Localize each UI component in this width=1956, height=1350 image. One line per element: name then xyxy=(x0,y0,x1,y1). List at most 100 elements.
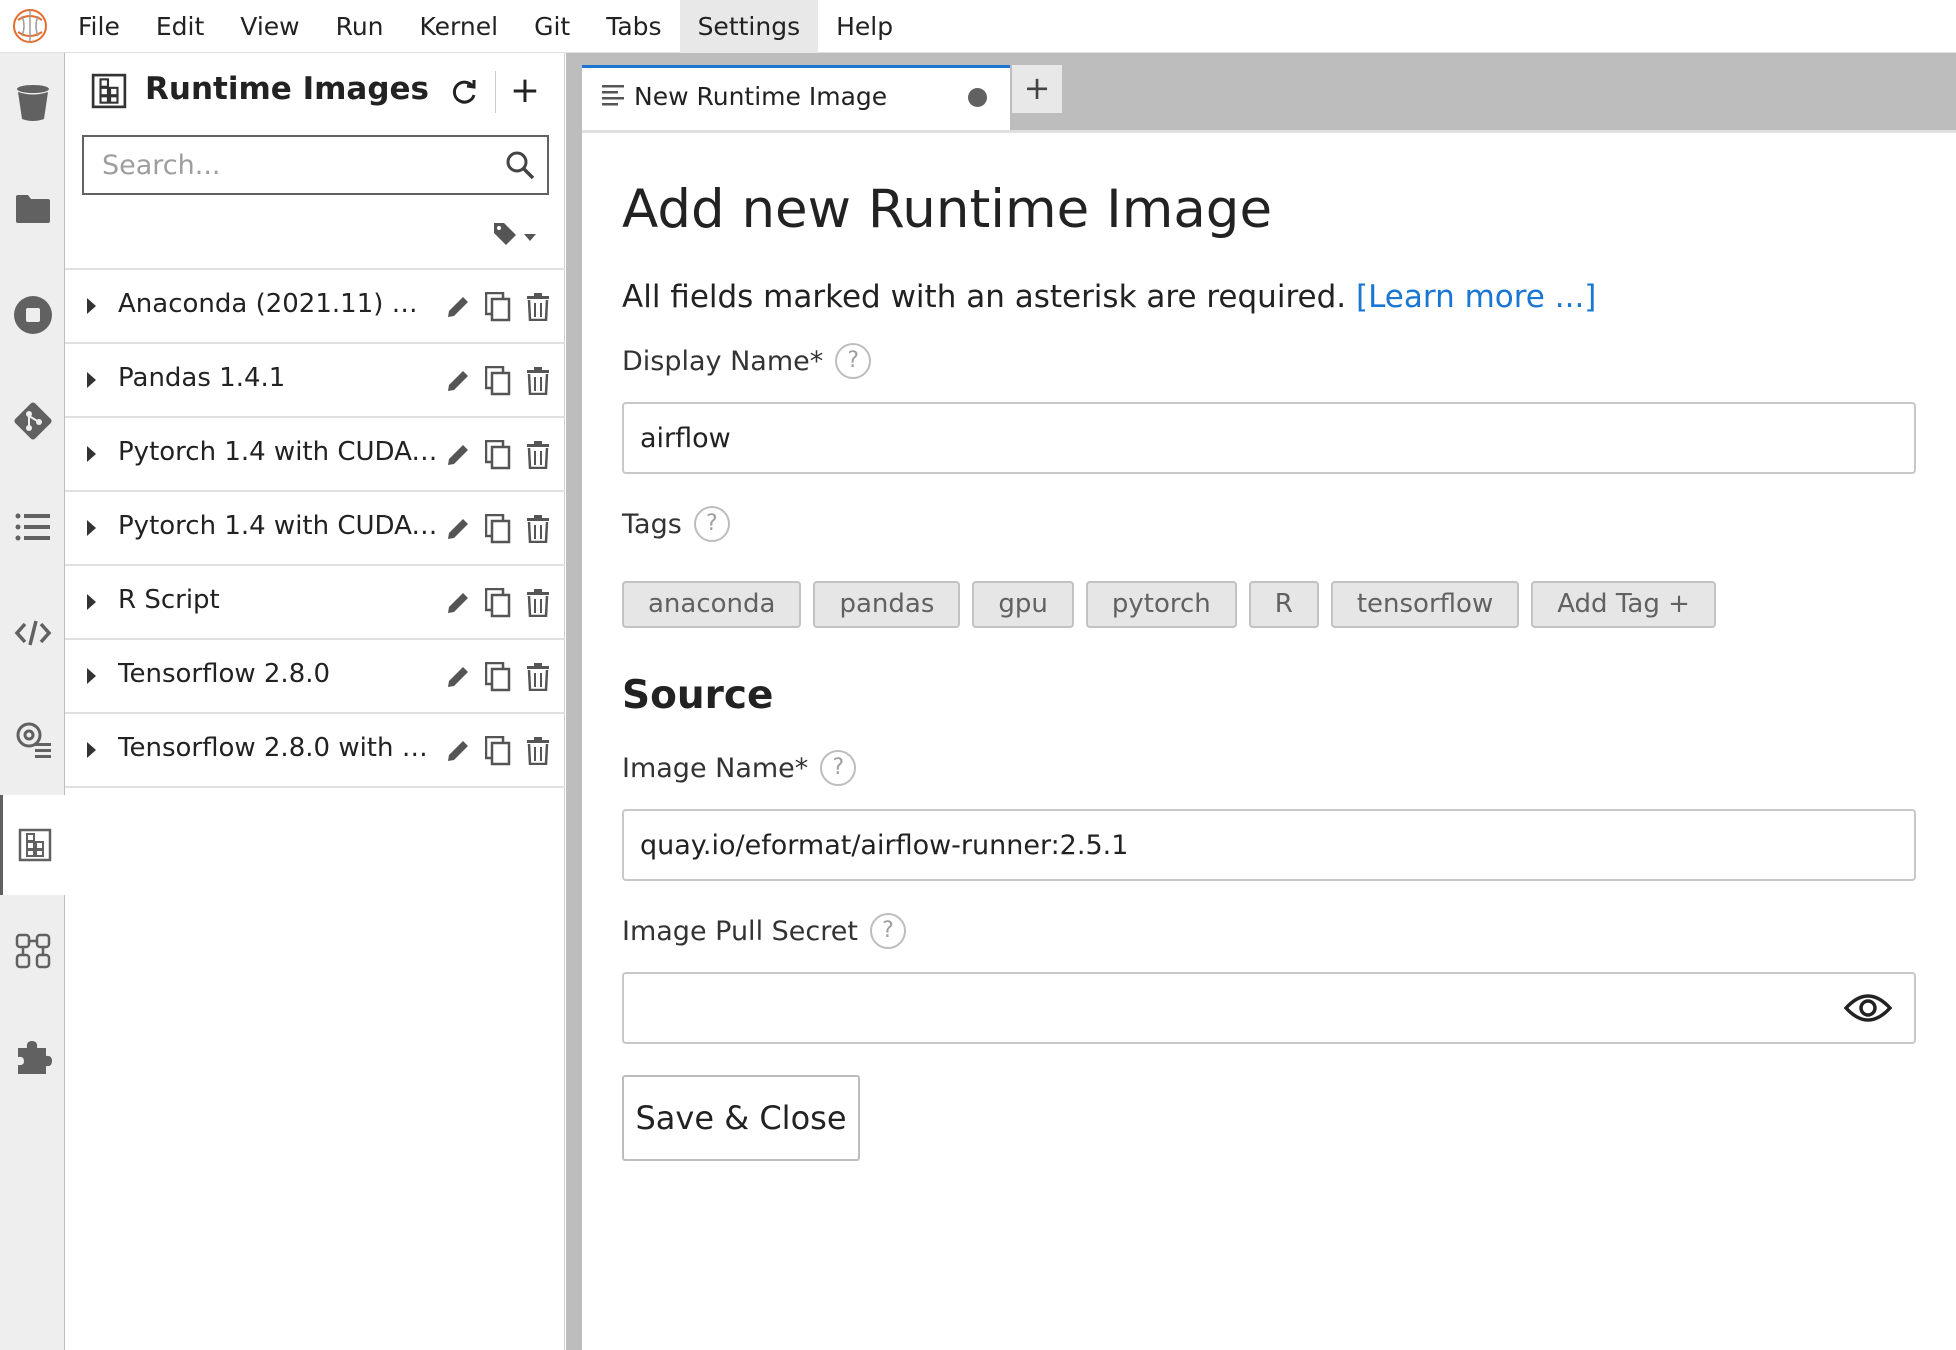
tags-label: Tags ? xyxy=(622,506,730,542)
delete-icon[interactable] xyxy=(523,512,553,546)
tag-chip[interactable]: gpu xyxy=(972,581,1074,628)
panel-title: Runtime Images xyxy=(145,71,429,107)
list-item-label: Tensorflow 2.8.0 with GPU xyxy=(118,733,438,763)
page-title: Add new Runtime Image xyxy=(622,179,1273,240)
menu-help[interactable]: Help xyxy=(818,0,911,53)
tag-chip[interactable]: anaconda xyxy=(622,581,802,628)
show-password-eye-icon[interactable] xyxy=(1843,990,1893,1030)
image-name-input[interactable] xyxy=(624,811,1824,879)
edit-icon[interactable] xyxy=(443,660,473,694)
caret-right-icon[interactable] xyxy=(87,668,96,684)
duplicate-icon[interactable] xyxy=(483,512,513,546)
list-item-label: Pandas 1.4.1 xyxy=(118,363,286,393)
required-note: All fields marked with an asterisk are r… xyxy=(622,279,1347,315)
runtime-image-editor: Add new Runtime Image All fields marked … xyxy=(582,133,1956,1350)
git-icon[interactable] xyxy=(0,371,65,471)
search-icon[interactable] xyxy=(505,150,535,184)
menu-settings[interactable]: Settings xyxy=(679,0,819,53)
component-catalog-icon[interactable] xyxy=(0,901,65,1001)
runtime-images-title-icon xyxy=(91,73,127,113)
learn-more-link[interactable]: [Learn more ...] xyxy=(1356,279,1596,315)
delete-icon[interactable] xyxy=(523,734,553,768)
tag-chip[interactable]: tensorflow xyxy=(1330,581,1520,628)
delete-icon[interactable] xyxy=(523,660,553,694)
add-tab-button[interactable]: + xyxy=(1012,65,1062,113)
menu-kernel[interactable]: Kernel xyxy=(402,0,517,53)
refresh-icon[interactable] xyxy=(448,75,482,109)
duplicate-icon[interactable] xyxy=(483,290,513,324)
delete-icon[interactable] xyxy=(523,438,553,472)
menu-file[interactable]: File xyxy=(60,0,138,53)
duplicate-icon[interactable] xyxy=(483,364,513,398)
caret-right-icon[interactable] xyxy=(87,520,96,536)
display-name-input[interactable] xyxy=(624,404,1824,472)
tag-chip[interactable]: pandas xyxy=(813,581,961,628)
settings-list-icon[interactable] xyxy=(0,689,65,789)
tag-icon xyxy=(492,221,518,251)
list-icon[interactable] xyxy=(0,477,65,577)
caret-right-icon[interactable] xyxy=(87,742,96,758)
menu-view[interactable]: View xyxy=(222,0,317,53)
runtime-images-panel: Runtime Images + Anaconda (2021.11) with… xyxy=(65,53,565,1350)
list-item[interactable]: Tensorflow 2.8.0 xyxy=(65,640,565,714)
pull-secret-input[interactable] xyxy=(624,974,1824,1042)
menu-git[interactable]: Git xyxy=(516,0,588,53)
tab-new-runtime-image[interactable]: New Runtime Image xyxy=(582,65,1010,130)
list-item[interactable]: R Script xyxy=(65,566,565,640)
edit-icon[interactable] xyxy=(443,364,473,398)
source-section-title: Source xyxy=(622,673,774,718)
edit-icon[interactable] xyxy=(443,734,473,768)
tag-chip[interactable]: pytorch xyxy=(1085,581,1237,628)
edit-icon[interactable] xyxy=(443,290,473,324)
save-and-close-button[interactable]: Save & Close xyxy=(622,1075,860,1161)
edit-icon[interactable] xyxy=(443,512,473,546)
duplicate-icon[interactable] xyxy=(483,586,513,620)
list-item-label: Pytorch 1.4 with CUDA-d... xyxy=(118,437,438,467)
panel-splitter[interactable] xyxy=(566,53,582,1350)
trash-icon[interactable] xyxy=(0,53,65,153)
edit-icon[interactable] xyxy=(443,586,473,620)
menu-tabs[interactable]: Tabs xyxy=(588,0,679,53)
tag-chip[interactable]: R xyxy=(1248,581,1319,628)
folder-icon[interactable] xyxy=(0,159,65,259)
menu-run[interactable]: Run xyxy=(318,0,402,53)
caret-right-icon[interactable] xyxy=(87,594,96,610)
add-tag-button[interactable]: Add Tag + xyxy=(1531,581,1716,628)
menu-bar: File Edit View Run Kernel Git Tabs Setti… xyxy=(0,0,1956,53)
search-input[interactable] xyxy=(84,137,484,193)
runtime-images-list: Anaconda (2021.11) with... Pandas 1.4.1 … xyxy=(65,268,565,788)
help-icon[interactable]: ? xyxy=(835,343,872,379)
help-icon[interactable]: ? xyxy=(820,750,857,786)
jupyter-logo-icon xyxy=(0,0,60,53)
list-item[interactable]: Pytorch 1.4 with CUDA-ru... xyxy=(65,492,565,566)
activity-bar xyxy=(0,53,66,1350)
display-name-label: Display Name* ? xyxy=(622,343,872,379)
header-divider xyxy=(495,71,496,113)
menu-edit[interactable]: Edit xyxy=(138,0,222,53)
code-icon[interactable] xyxy=(0,583,65,683)
list-item[interactable]: Pytorch 1.4 with CUDA-d... xyxy=(65,418,565,492)
duplicate-icon[interactable] xyxy=(483,438,513,472)
tag-filter-button[interactable] xyxy=(492,221,536,251)
caret-right-icon[interactable] xyxy=(87,298,96,314)
runtime-images-icon[interactable] xyxy=(0,795,66,895)
delete-icon[interactable] xyxy=(523,364,553,398)
list-item[interactable]: Pandas 1.4.1 xyxy=(65,344,565,418)
duplicate-icon[interactable] xyxy=(483,734,513,768)
duplicate-icon[interactable] xyxy=(483,660,513,694)
delete-icon[interactable] xyxy=(523,586,553,620)
stop-circle-icon[interactable] xyxy=(0,265,65,365)
edit-icon[interactable] xyxy=(443,438,473,472)
list-item[interactable]: Anaconda (2021.11) with... xyxy=(65,270,565,344)
caret-right-icon[interactable] xyxy=(87,446,96,462)
help-icon[interactable]: ? xyxy=(693,506,730,542)
caret-right-icon[interactable] xyxy=(87,372,96,388)
help-icon[interactable]: ? xyxy=(869,913,906,949)
unsaved-indicator-icon[interactable] xyxy=(968,88,987,107)
list-item-label: R Script xyxy=(118,585,220,615)
extension-puzzle-icon[interactable] xyxy=(0,1007,65,1107)
display-name-field xyxy=(622,402,1916,474)
list-item[interactable]: Tensorflow 2.8.0 with GPU xyxy=(65,714,565,788)
delete-icon[interactable] xyxy=(523,290,553,324)
add-runtime-image-button[interactable]: + xyxy=(505,73,545,113)
